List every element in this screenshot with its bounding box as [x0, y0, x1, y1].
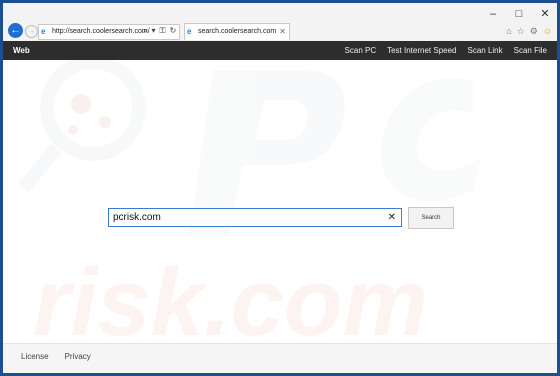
back-arrow-icon[interactable]: ←	[8, 23, 23, 38]
nav-scan-link[interactable]: Scan Link	[468, 41, 503, 60]
maximize-button[interactable]: □	[513, 8, 525, 20]
browser-window: – □ ✕ ← → e http://search.coolersearch.co…	[3, 3, 557, 373]
brand-web[interactable]: Web	[13, 41, 30, 60]
minimize-button[interactable]: –	[487, 8, 499, 20]
tab-title: search.coolersearch.com	[198, 28, 277, 35]
favorites-star-icon[interactable]: ☆	[517, 24, 525, 38]
lock-icon: ⚿	[159, 26, 166, 35]
page-content: risk.com pcrisk.com ✕ Search	[3, 60, 557, 343]
window-controls: – □ ✕	[487, 8, 551, 20]
browser-toolbar-icons: ⌂ ☆ ⚙ ☺	[506, 24, 552, 38]
close-button[interactable]: ✕	[539, 8, 551, 20]
footer-license-link[interactable]: License	[21, 344, 49, 370]
tab-favicon-icon: e	[187, 26, 192, 36]
address-url: http://search.coolersearch.com/	[52, 28, 150, 35]
footer-privacy-link[interactable]: Privacy	[65, 344, 91, 370]
footer-links: License Privacy	[21, 344, 91, 370]
nav-test-internet-speed[interactable]: Test Internet Speed	[387, 41, 456, 60]
pcrisk-watermark: risk.com	[17, 60, 481, 343]
refresh-icon[interactable]: ↻	[170, 24, 177, 38]
ie-logo-icon: e	[41, 26, 46, 36]
search-input-value: pcrisk.com	[113, 212, 161, 223]
home-icon[interactable]: ⌂	[506, 24, 511, 38]
smiley-feedback-icon[interactable]: ☺	[543, 24, 552, 38]
nav-scan-pc[interactable]: Scan PC	[345, 41, 377, 60]
search-button[interactable]: Search	[408, 207, 454, 229]
dropdown-icon[interactable]: ▾	[151, 24, 155, 38]
site-navbar: Web Scan PC Test Internet Speed Scan Lin…	[3, 41, 557, 60]
address-tools: ⌕ ▾ ⚿ ↻	[143, 24, 176, 38]
browser-chrome: – □ ✕ ← → e http://search.coolersearch.co…	[3, 3, 557, 41]
clear-search-icon[interactable]: ✕	[388, 209, 396, 226]
forward-arrow-icon[interactable]: →	[25, 25, 38, 38]
search-icon[interactable]: ⌕	[143, 24, 147, 38]
tab-close-icon[interactable]: ✕	[279, 24, 286, 40]
tab-active[interactable]: e search.coolersearch.com ✕	[184, 23, 290, 40]
search-input[interactable]: pcrisk.com ✕	[108, 208, 402, 227]
svg-text:risk.com: risk.com	[33, 249, 428, 343]
footer: License Privacy	[3, 343, 557, 373]
nav-scan-file[interactable]: Scan File	[514, 41, 547, 60]
nav-links: Scan PC Test Internet Speed Scan Link Sc…	[345, 41, 547, 60]
settings-gear-icon[interactable]: ⚙	[530, 24, 538, 38]
